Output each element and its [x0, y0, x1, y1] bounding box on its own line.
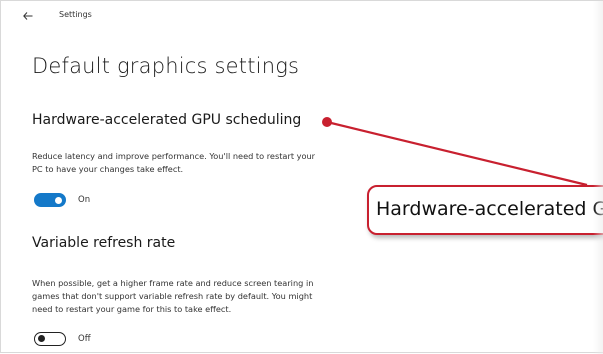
gpu-scheduling-toggle-label: On [78, 195, 91, 205]
gpu-scheduling-heading: Hardware-accelerated GPU scheduling [32, 112, 302, 128]
variable-refresh-description: When possible, get a higher frame rate a… [32, 277, 313, 316]
variable-refresh-toggle-label: Off [78, 334, 91, 344]
callout-text: Hardware-accelerated GPU scheduling [376, 198, 603, 220]
toggle-knob [38, 334, 45, 342]
gpu-scheduling-toggle[interactable] [34, 193, 66, 207]
window-title: Settings [59, 10, 92, 19]
annotation-callout: Hardware-accelerated GPU scheduling [367, 185, 603, 235]
callout-dot [322, 117, 332, 127]
window-edge [593, 1, 603, 354]
variable-refresh-description-line: need to restart your game for this to ta… [32, 304, 232, 314]
variable-refresh-description-line: When possible, get a higher frame rate a… [32, 278, 314, 288]
gpu-scheduling-description: Reduce latency and improve performance. … [32, 150, 315, 176]
variable-refresh-toggle[interactable] [34, 332, 66, 346]
gpu-scheduling-description-line: Reduce latency and improve performance. … [32, 151, 316, 161]
title-bar: Settings [1, 1, 603, 33]
toggle-knob [55, 196, 62, 204]
variable-refresh-heading: Variable refresh rate [32, 235, 176, 251]
settings-window: Settings Default graphics settings Hardw… [0, 0, 603, 354]
page-title: Default graphics settings [32, 54, 300, 78]
variable-refresh-description-line: games that don't support variable refres… [32, 291, 313, 301]
gpu-scheduling-description-line: PC to have your changes take effect. [32, 164, 184, 174]
back-button[interactable] [17, 5, 39, 27]
back-arrow-icon [23, 12, 33, 20]
